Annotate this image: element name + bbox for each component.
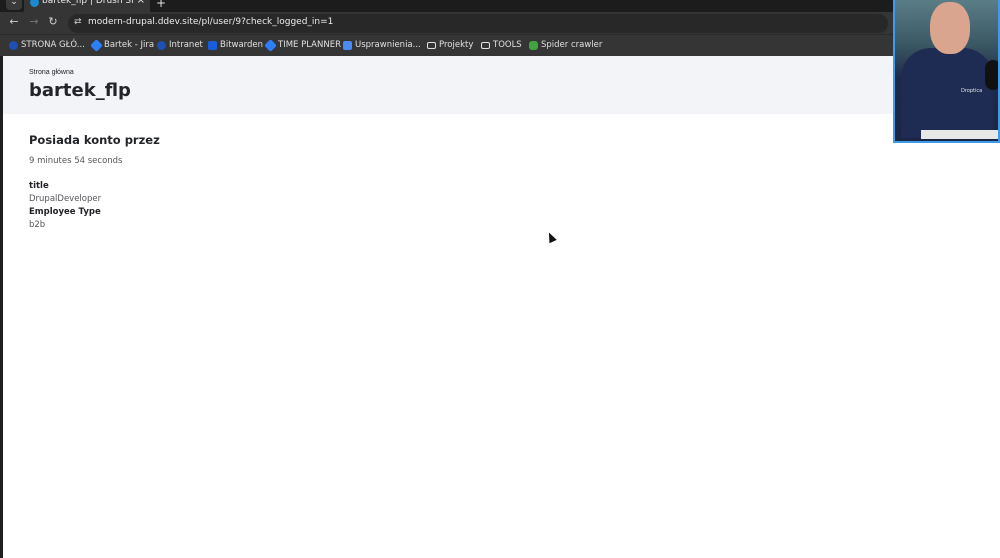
site-info-icon[interactable]: ⇄ [74, 17, 82, 27]
mouse-cursor-icon [545, 230, 557, 244]
jira-icon [90, 38, 103, 52]
close-tab-icon[interactable]: × [137, 0, 145, 6]
bookmark-projekty[interactable]: Projekty [427, 40, 473, 50]
field-label: Employee Type [29, 207, 101, 217]
bookmark-time-planner[interactable]: TIME PLANNER [264, 38, 341, 52]
bookmarks-bar: STRONA GŁÓ... Bartek - Jira Intranet Bit… [0, 34, 1000, 56]
page-title: bartek_flp [29, 80, 131, 101]
tab-title: bartek_flp | Drush Site-I [42, 0, 134, 6]
tab-bar: ⌄ bartek_flp | Drush Site-I × + [0, 0, 1000, 12]
member-for-heading: Posiada konto przez [29, 133, 160, 147]
drupal-favicon-icon [30, 0, 39, 7]
reload-icon[interactable]: ↻ [45, 15, 61, 28]
bookmark-intranet[interactable]: Intranet [157, 40, 203, 50]
folder-icon [481, 41, 490, 49]
address-bar[interactable]: ⇄ modern-drupal.ddev.site/pl/user/9?chec… [68, 14, 888, 33]
bookmark-tools[interactable]: TOOLS [481, 40, 522, 50]
field-value: b2b [29, 220, 46, 230]
drupal-icon [9, 40, 18, 50]
bitwarden-icon [208, 40, 217, 50]
desk [921, 130, 998, 139]
microphone-icon [985, 60, 998, 90]
window-edge [0, 56, 3, 558]
presenter-head [930, 2, 970, 54]
field-employee-type: Employee Type b2b [29, 206, 160, 232]
back-icon[interactable]: ← [6, 15, 22, 28]
field-label: title [29, 181, 49, 191]
folder-icon [427, 41, 436, 49]
breadcrumb-home-link[interactable]: Strona główna [29, 69, 74, 76]
shirt-logo: Droptica [961, 88, 983, 94]
drupal-icon [157, 40, 166, 50]
url-text[interactable]: modern-drupal.ddev.site/pl/user/9?check_… [88, 17, 333, 27]
field-value: DrupalDeveloper [29, 194, 102, 204]
member-for-value: 9 minutes 54 seconds [29, 156, 123, 166]
page-header: Strona główna bartek_flp [3, 56, 1000, 114]
new-tab-button[interactable]: + [156, 0, 166, 10]
tab-search-button[interactable]: ⌄ [6, 0, 22, 10]
bookmark-bartek-jira[interactable]: Bartek - Jira [90, 38, 154, 52]
spider-icon [529, 40, 538, 50]
bookmark-spider-crawler[interactable]: Spider crawler [529, 40, 602, 50]
bookmark-bitwarden[interactable]: Bitwarden [208, 40, 263, 50]
forward-icon[interactable]: → [26, 15, 42, 28]
browser-toolbar: ← → ↻ ⇄ modern-drupal.ddev.site/pl/user/… [0, 12, 1000, 34]
field-title: title DrupalDeveloper [29, 180, 160, 206]
docs-icon [343, 40, 352, 50]
user-profile-content: Posiada konto przez 9 minutes 54 seconds… [29, 133, 160, 232]
bookmark-usprawnienia[interactable]: Usprawnienia... [343, 40, 421, 50]
bookmark-strona-glowna[interactable]: STRONA GŁÓ... [9, 40, 85, 50]
webcam-overlay: Droptica [893, 0, 1000, 143]
active-tab[interactable]: bartek_flp | Drush Site-I × [24, 0, 150, 12]
jira-icon [264, 38, 277, 52]
